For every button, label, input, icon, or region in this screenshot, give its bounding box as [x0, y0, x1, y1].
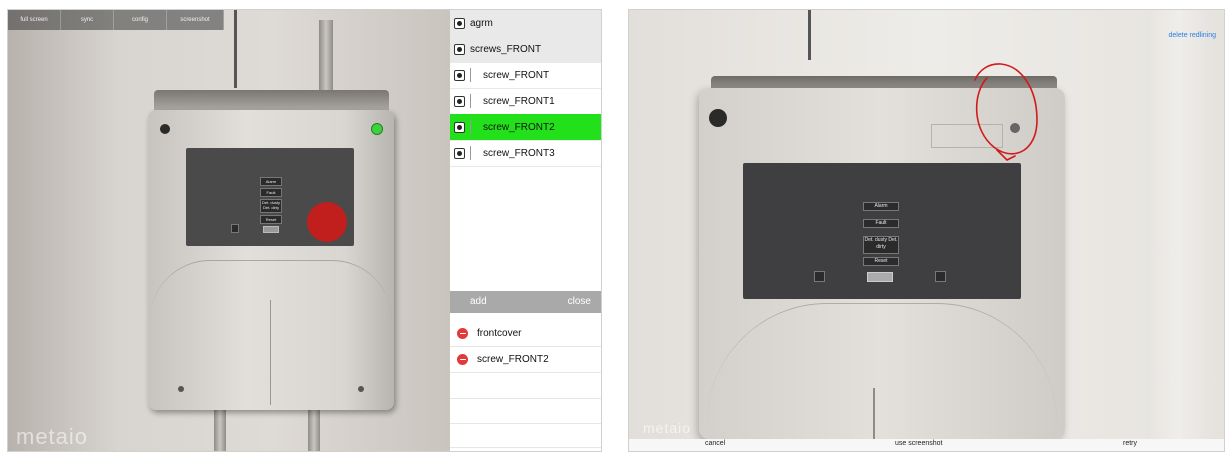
tree-item-screws-front[interactable]: screws_FRONT: [450, 36, 601, 63]
conduit-pipe: [214, 405, 226, 451]
conduit-pipe: [808, 10, 811, 60]
list-divider: [450, 398, 601, 399]
tree-line: [470, 68, 477, 82]
screenshot-button[interactable]: screenshot: [167, 10, 224, 30]
tree-item-label: screws_FRONT: [470, 43, 542, 55]
remove-icon[interactable]: [457, 354, 468, 365]
visibility-toggle-icon[interactable]: [454, 69, 465, 81]
tree-line: [470, 120, 477, 134]
device-label-fault: Fault: [260, 188, 282, 197]
ar-app-panel: full screen sync config screenshot Alarm…: [7, 9, 602, 452]
remove-icon[interactable]: [457, 328, 468, 339]
tree-item-screw-front2[interactable]: screw_FRONT2: [450, 114, 601, 141]
device-button: [263, 226, 279, 233]
redline-circle: [974, 63, 1038, 161]
conduit-pipe: [234, 10, 237, 88]
device-indicator: [231, 224, 239, 233]
tree-item-label: screw_FRONT3: [483, 147, 555, 159]
frontcover-highlight-marker: [307, 202, 347, 242]
tree-item-screw-front1[interactable]: screw_FRONT1: [450, 88, 601, 115]
metaio-watermark: metaio: [16, 424, 89, 449]
screw-highlight-marker: [371, 123, 383, 135]
tree-line: [470, 146, 477, 160]
device-indicator: [814, 271, 825, 282]
screw: [160, 124, 170, 134]
metaio-watermark: metaio: [643, 420, 692, 436]
device-seam: [873, 388, 875, 439]
tree-line: [470, 94, 477, 108]
screw: [709, 109, 727, 127]
device-button: [867, 272, 893, 282]
wall-glare: [1149, 10, 1209, 439]
visibility-toggle-icon[interactable]: [454, 147, 465, 159]
config-button[interactable]: config: [114, 10, 167, 30]
bottom-action-bar: cancel use screenshot retry: [629, 439, 1224, 451]
device-control-panel: Alarm Fault Det. dusty Det. dirty Reset: [743, 163, 1021, 299]
visibility-toggle-icon[interactable]: [454, 95, 465, 107]
tree-item-label: screw_FRONT1: [483, 95, 555, 107]
scene-tree: agrm screws_FRONT screw_FRONT screw_FRON…: [450, 10, 601, 291]
tree-item-agrm[interactable]: agrm: [450, 10, 601, 37]
screw: [178, 386, 184, 392]
list-item-label: frontcover: [477, 328, 522, 339]
cancel-button[interactable]: cancel: [705, 440, 725, 447]
device-label-fault: Fault: [863, 219, 899, 228]
device-housing: Alarm Fault Det. dusty Det. dirty Reset: [148, 110, 394, 410]
action-bar: add close: [450, 291, 601, 313]
screw: [358, 386, 364, 392]
conduit-pipe: [308, 405, 320, 451]
tree-item-screw-front3[interactable]: screw_FRONT3: [450, 140, 601, 167]
list-item-label: screw_FRONT2: [477, 354, 549, 365]
device-label-alarm: Alarm: [863, 202, 899, 211]
list-item-screw-front2[interactable]: screw_FRONT2: [450, 347, 601, 373]
tree-item-screw-front[interactable]: screw_FRONT: [450, 62, 601, 89]
tree-item-label: agrm: [470, 17, 493, 29]
screenshot-review-panel: Alarm Fault Det. dusty Det. dirty Reset …: [628, 9, 1225, 452]
retry-button[interactable]: retry: [1123, 440, 1137, 447]
camera-view[interactable]: full screen sync config screenshot Alarm…: [8, 10, 450, 451]
visibility-toggle-icon[interactable]: [454, 17, 465, 29]
device-lower-cover: [150, 260, 392, 411]
device-label-reset: Reset: [260, 215, 282, 224]
top-toolbar: full screen sync config screenshot: [8, 10, 224, 30]
device-indicator: [935, 271, 946, 282]
visibility-toggle-icon[interactable]: [454, 43, 465, 55]
screenshot-image[interactable]: Alarm Fault Det. dusty Det. dirty Reset …: [629, 10, 1224, 439]
device-label-alarm: Alarm: [260, 177, 282, 186]
device-lower-cover: [707, 303, 1057, 444]
close-button[interactable]: close: [568, 296, 591, 307]
list-item-frontcover[interactable]: frontcover: [450, 321, 601, 347]
tree-item-label: screw_FRONT2: [483, 121, 555, 133]
list-divider: [450, 447, 601, 448]
object-list: frontcover screw_FRONT2: [450, 313, 601, 451]
delete-redlining-link[interactable]: delete redlining: [1169, 32, 1216, 39]
list-divider: [450, 423, 601, 424]
device-seam: [270, 300, 271, 405]
device-label-reset: Reset: [863, 257, 899, 266]
use-screenshot-button[interactable]: use screenshot: [895, 440, 942, 447]
sync-button[interactable]: sync: [61, 10, 114, 30]
visibility-toggle-icon[interactable]: [454, 121, 465, 133]
add-button[interactable]: add: [470, 296, 487, 307]
tree-item-label: screw_FRONT: [483, 69, 550, 81]
device-label-det: Det. dusty Det. dirty: [863, 236, 899, 254]
full-screen-button[interactable]: full screen: [8, 10, 61, 30]
device-label-det: Det. dusty Det. dirty: [260, 199, 282, 213]
